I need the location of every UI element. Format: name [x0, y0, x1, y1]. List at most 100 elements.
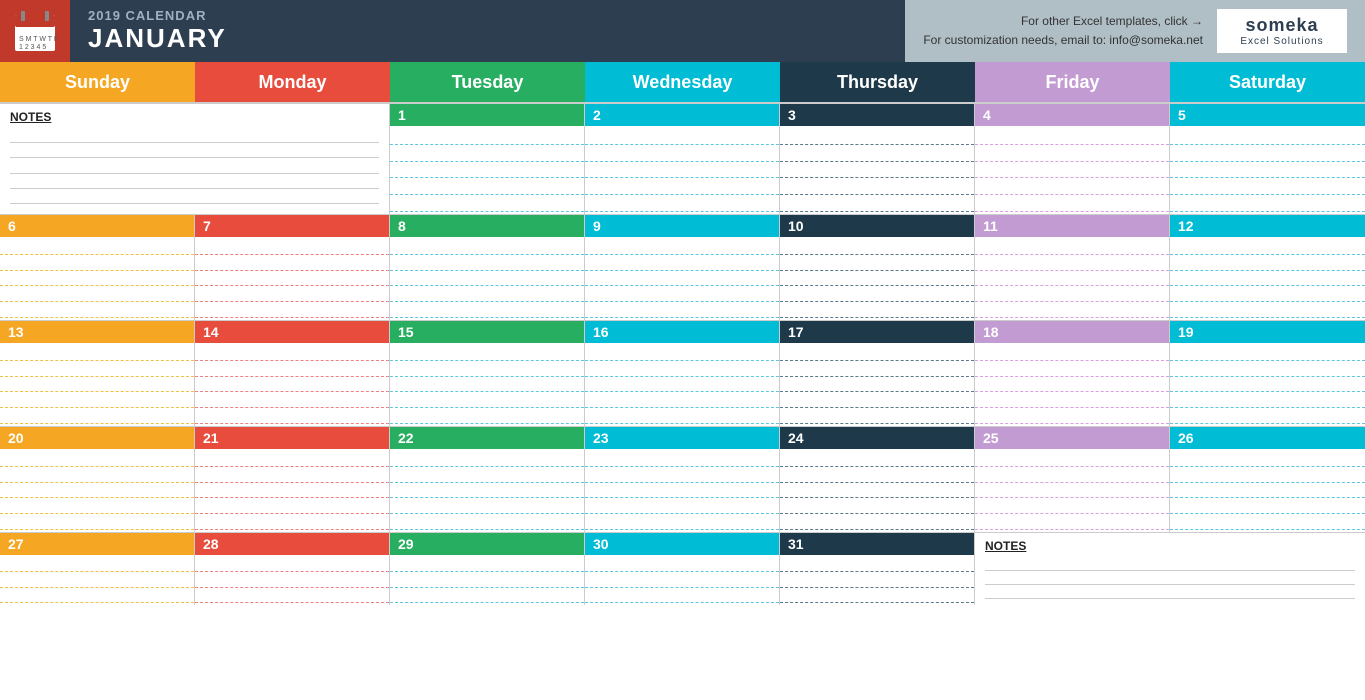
- day-number-11: 11: [975, 215, 1169, 237]
- day-number-30: 30: [585, 533, 779, 555]
- day-number-14: 14: [195, 321, 389, 343]
- link2: For customization needs, email to: info@…: [923, 31, 1203, 50]
- notes-line: [10, 158, 379, 173]
- day-number-29: 29: [390, 533, 584, 555]
- header-saturday: Saturday: [1170, 62, 1365, 102]
- day-headers: Sunday Monday Tuesday Wednesday Thursday…: [0, 62, 1365, 104]
- day-number-25: 25: [975, 427, 1169, 449]
- day-lines-2: [585, 126, 779, 214]
- calendar-row-5: 27 28 29 30: [0, 533, 1365, 605]
- day-8[interactable]: 8: [390, 215, 585, 320]
- month-label: JANUARY: [88, 23, 887, 54]
- notes-lines-bottom: [985, 557, 1355, 595]
- day-lines-3: [780, 126, 974, 214]
- day-30[interactable]: 30: [585, 533, 780, 605]
- day-lines-4: [975, 126, 1169, 214]
- day-number-7: 7: [195, 215, 389, 237]
- day-10[interactable]: 10: [780, 215, 975, 320]
- day-number-21: 21: [195, 427, 389, 449]
- day-number-2: 2: [585, 104, 779, 126]
- day-15[interactable]: 15: [390, 321, 585, 426]
- day-number-9: 9: [585, 215, 779, 237]
- header-title: 2019 CALENDAR JANUARY: [70, 0, 905, 62]
- day-17[interactable]: 17: [780, 321, 975, 426]
- svg-text:1 2 3 4 5: 1 2 3 4 5: [19, 44, 46, 51]
- day-22[interactable]: 22: [390, 427, 585, 532]
- day-number-1: 1: [390, 104, 584, 126]
- day-number-6: 6: [0, 215, 194, 237]
- day-1[interactable]: 1: [390, 104, 585, 214]
- day-lines-1: [390, 126, 584, 214]
- calendar-icon: S M T W T F S 1 2 3 4 5: [0, 0, 70, 62]
- day-number-12: 12: [1170, 215, 1365, 237]
- day-21[interactable]: 21: [195, 427, 390, 532]
- day-2[interactable]: 2: [585, 104, 780, 214]
- day-29[interactable]: 29: [390, 533, 585, 605]
- day-5[interactable]: 5: [1170, 104, 1365, 214]
- day-19[interactable]: 19: [1170, 321, 1365, 426]
- day-14[interactable]: 14: [195, 321, 390, 426]
- day-number-17: 17: [780, 321, 974, 343]
- day-4[interactable]: 4: [975, 104, 1170, 214]
- day-24[interactable]: 24: [780, 427, 975, 532]
- day-number-22: 22: [390, 427, 584, 449]
- header-wednesday: Wednesday: [585, 62, 780, 102]
- notes-line: [10, 143, 379, 158]
- day-number-24: 24: [780, 427, 974, 449]
- day-number-19: 19: [1170, 321, 1365, 343]
- notes-line: [10, 174, 379, 189]
- notes-lines-top: [10, 128, 379, 204]
- day-number-16: 16: [585, 321, 779, 343]
- notes-line: [10, 128, 379, 143]
- header-thursday: Thursday: [780, 62, 975, 102]
- day-7[interactable]: 7: [195, 215, 390, 320]
- day-13[interactable]: 13: [0, 321, 195, 426]
- day-number-13: 13: [0, 321, 194, 343]
- link1[interactable]: For other Excel templates, click →: [923, 12, 1203, 31]
- logo-tagline: Excel Solutions: [1240, 36, 1323, 47]
- calendar-row-1: NOTES 1 2: [0, 104, 1365, 215]
- day-23[interactable]: 23: [585, 427, 780, 532]
- notes-label-top: NOTES: [10, 110, 379, 124]
- day-number-31: 31: [780, 533, 974, 555]
- header-links: For other Excel templates, click → For c…: [923, 12, 1203, 50]
- logo-name: someka: [1245, 15, 1318, 36]
- notes-line: [985, 557, 1355, 571]
- calendar-row-3: 13 14 15: [0, 321, 1365, 427]
- header-right: For other Excel templates, click → For c…: [905, 0, 1365, 62]
- notes-cell-top[interactable]: NOTES: [0, 104, 390, 214]
- day-3[interactable]: 3: [780, 104, 975, 214]
- year-label: 2019 CALENDAR: [88, 8, 887, 23]
- calendar-row-4: 20 21 22: [0, 427, 1365, 533]
- day-26[interactable]: 26: [1170, 427, 1365, 532]
- header-tuesday: Tuesday: [390, 62, 585, 102]
- day-number-28: 28: [195, 533, 389, 555]
- day-18[interactable]: 18: [975, 321, 1170, 426]
- header-friday: Friday: [975, 62, 1170, 102]
- day-27[interactable]: 27: [0, 533, 195, 605]
- day-25[interactable]: 25: [975, 427, 1170, 532]
- day-number-20: 20: [0, 427, 194, 449]
- day-16[interactable]: 16: [585, 321, 780, 426]
- day-number-10: 10: [780, 215, 974, 237]
- day-6[interactable]: 6: [0, 215, 195, 320]
- notes-cell-bottom[interactable]: NOTES: [975, 533, 1365, 605]
- day-20[interactable]: 20: [0, 427, 195, 532]
- notes-line: [10, 189, 379, 204]
- calendar-row-2: 6 7 8: [0, 215, 1365, 321]
- day-number-8: 8: [390, 215, 584, 237]
- day-31[interactable]: 31: [780, 533, 975, 605]
- day-28[interactable]: 28: [195, 533, 390, 605]
- day-number-15: 15: [390, 321, 584, 343]
- day-11[interactable]: 11: [975, 215, 1170, 320]
- day-12[interactable]: 12: [1170, 215, 1365, 320]
- day-number-27: 27: [0, 533, 194, 555]
- notes-line: [985, 571, 1355, 585]
- header: S M T W T F S 1 2 3 4 5 2019 CALENDAR JA…: [0, 0, 1365, 62]
- day-number-23: 23: [585, 427, 779, 449]
- notes-label-bottom: NOTES: [985, 539, 1355, 553]
- day-9[interactable]: 9: [585, 215, 780, 320]
- day-number-4: 4: [975, 104, 1169, 126]
- logo: someka Excel Solutions: [1217, 9, 1347, 53]
- header-sunday: Sunday: [0, 62, 195, 102]
